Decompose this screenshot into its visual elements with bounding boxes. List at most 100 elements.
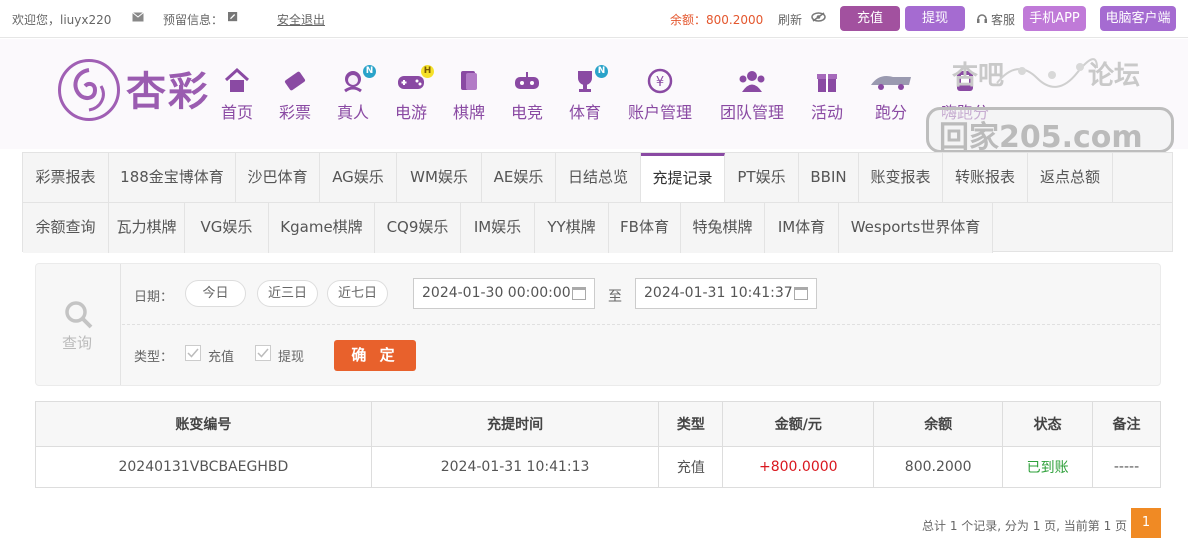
col-serial: 账变编号 [35, 401, 372, 447]
tab-balance-change-report[interactable]: 账变报表 [859, 153, 943, 203]
confirm-button[interactable]: 确 定 [334, 340, 416, 371]
nav-live[interactable]: N 真人 [335, 65, 376, 123]
col-balance: 余额 [873, 401, 1004, 447]
service-link[interactable]: 客服 [991, 11, 1015, 28]
tab-ae[interactable]: AE娱乐 [482, 153, 556, 203]
mobile-app-button[interactable]: 手机APP [1023, 6, 1086, 31]
end-date-input[interactable]: 2024-01-31 10:41:37 [635, 278, 817, 309]
recharge-button[interactable]: 充值 [840, 6, 900, 31]
recharge-type-label: 充值 [208, 350, 235, 365]
headset-icon[interactable] [976, 12, 988, 24]
cell-status: 已到账 [1002, 446, 1094, 488]
withdraw-checkbox[interactable] [255, 345, 271, 361]
tab-deposit-withdraw-records[interactable]: 充提记录 [641, 153, 725, 203]
tab-wali-chess[interactable]: 瓦力棋牌 [109, 203, 185, 253]
nav-home[interactable]: 首页 [219, 67, 255, 123]
check-icon [257, 348, 269, 358]
watermark-box: 回家205.com [926, 107, 1174, 155]
cell-remark: ----- [1092, 446, 1161, 488]
seven-days-button[interactable]: 近七日 [327, 280, 388, 307]
col-amount: 金额/元 [722, 401, 875, 447]
tabs-row1-filler [1113, 153, 1172, 203]
query-side: 查询 [36, 264, 121, 385]
edit-icon[interactable] [227, 12, 239, 22]
page-1-button[interactable]: 1 [1131, 508, 1161, 538]
tab-im-sports[interactable]: IM体育 [765, 203, 839, 253]
col-type: 类型 [658, 401, 724, 447]
run-icon [871, 76, 911, 90]
svg-text:¥: ¥ [656, 75, 664, 90]
ticket-icon [284, 71, 306, 91]
today-button[interactable]: 今日 [185, 280, 246, 307]
nav-sports[interactable]: N 体育 [567, 65, 608, 123]
nav-activity[interactable]: 活动 [809, 67, 845, 123]
tab-im[interactable]: IM娱乐 [461, 203, 535, 253]
tab-daily-overview[interactable]: 日结总览 [556, 153, 641, 203]
three-days-button[interactable]: 近三日 [257, 280, 318, 307]
welcome-text: 欢迎您，liuyx220 [12, 13, 112, 27]
notice-label: 预留信息： [163, 13, 224, 27]
start-date-value: 2024-01-30 00:00:00 [422, 285, 571, 301]
logout-link[interactable]: 安全退出 [277, 11, 325, 28]
check-icon [187, 348, 199, 358]
pc-client-button[interactable]: 电脑客户端 [1100, 6, 1176, 31]
pager-summary: 总计 1 个记录, 分为 1 页, 当前第 1 页 [922, 519, 1128, 533]
refresh-link[interactable]: 刷新 [778, 11, 802, 28]
logo-icon[interactable] [58, 59, 120, 121]
report-tabs: 彩票报表 188金宝博体育 沙巴体育 AG娱乐 WM娱乐 AE娱乐 日结总览 充… [22, 152, 1173, 253]
tab-pt[interactable]: PT娱乐 [725, 153, 799, 203]
to-label: 至 [608, 289, 622, 305]
header: 杏彩 首页 彩票 N 真人 H 电游 棋牌 电竞 N 体育 ¥ 账户管理 团队管… [0, 39, 1188, 155]
nav-account[interactable]: ¥ 账户管理 [626, 67, 694, 123]
nav-team[interactable]: 团队管理 [718, 67, 786, 123]
tab-wesports[interactable]: Wesports世界体育 [839, 203, 993, 253]
search-icon [65, 301, 93, 329]
tab-bbin[interactable]: BBIN [799, 153, 859, 203]
nav-chess[interactable]: 棋牌 [451, 67, 487, 123]
type-label: 类型： [134, 350, 174, 365]
calendar-icon[interactable] [572, 287, 586, 300]
tab-rebate-total[interactable]: 返点总额 [1028, 153, 1113, 203]
col-remark: 备注 [1092, 401, 1161, 447]
tab-transfer-report[interactable]: 转账报表 [943, 153, 1028, 203]
cell-type: 充值 [658, 446, 724, 488]
eye-off-icon[interactable] [811, 12, 826, 22]
tab-yy-chess[interactable]: YY棋牌 [535, 203, 609, 253]
tab-vg[interactable]: VG娱乐 [185, 203, 269, 253]
floral-ornament-icon [996, 58, 1098, 88]
recharge-checkbox[interactable] [185, 345, 201, 361]
home-icon [224, 67, 250, 92]
balance-text: 余额：800.2000 [670, 13, 764, 27]
tab-lottery-report[interactable]: 彩票报表 [23, 153, 109, 203]
nav-run[interactable]: 跑分 [867, 67, 915, 123]
tab-saba-sports[interactable]: 沙巴体育 [236, 153, 320, 203]
tab-balance-query[interactable]: 余额查询 [23, 203, 109, 253]
calendar-icon[interactable] [794, 287, 808, 300]
tab-wm[interactable]: WM娱乐 [397, 153, 482, 203]
start-date-input[interactable]: 2024-01-30 00:00:00 [413, 278, 595, 309]
withdraw-button[interactable]: 提现 [905, 6, 965, 31]
cell-serial: 20240131VBCBAEGHBD [35, 446, 372, 488]
esports-icon [515, 72, 539, 89]
tab-fb-sports[interactable]: FB体育 [609, 203, 681, 253]
table-header-row: 账变编号 充提时间 类型 金额/元 余额 状态 备注 [35, 401, 1161, 447]
new-badge: N [595, 65, 608, 78]
nav-slots[interactable]: H 电游 [393, 65, 434, 123]
table-row: 20240131VBCBAEGHBD 2024-01-31 10:41:13 充… [35, 446, 1161, 488]
top-bar: 欢迎您，liuyx220 预留信息： 安全退出 余额：800.2000 刷新 充… [0, 0, 1188, 38]
tab-cq9[interactable]: CQ9娱乐 [375, 203, 461, 253]
col-time: 充提时间 [370, 401, 660, 447]
nav-esports[interactable]: 电竞 [509, 67, 545, 123]
tab-ag[interactable]: AG娱乐 [320, 153, 397, 203]
query-divider [122, 324, 1160, 325]
tab-kgame-chess[interactable]: Kgame棋牌 [269, 203, 375, 253]
logo-text[interactable]: 杏彩 [126, 59, 210, 117]
tab-188-sports[interactable]: 188金宝博体育 [109, 153, 236, 203]
hot-badge: H [421, 65, 434, 78]
nav-lottery[interactable]: 彩票 [277, 67, 313, 123]
tab-tetu-chess[interactable]: 特兔棋牌 [681, 203, 765, 253]
records-table: 账变编号 充提时间 类型 金额/元 余额 状态 备注 20240131VBCBA… [35, 401, 1161, 488]
query-side-label: 查询 [62, 334, 93, 352]
mail-icon[interactable] [132, 12, 144, 22]
col-status: 状态 [1002, 401, 1094, 447]
